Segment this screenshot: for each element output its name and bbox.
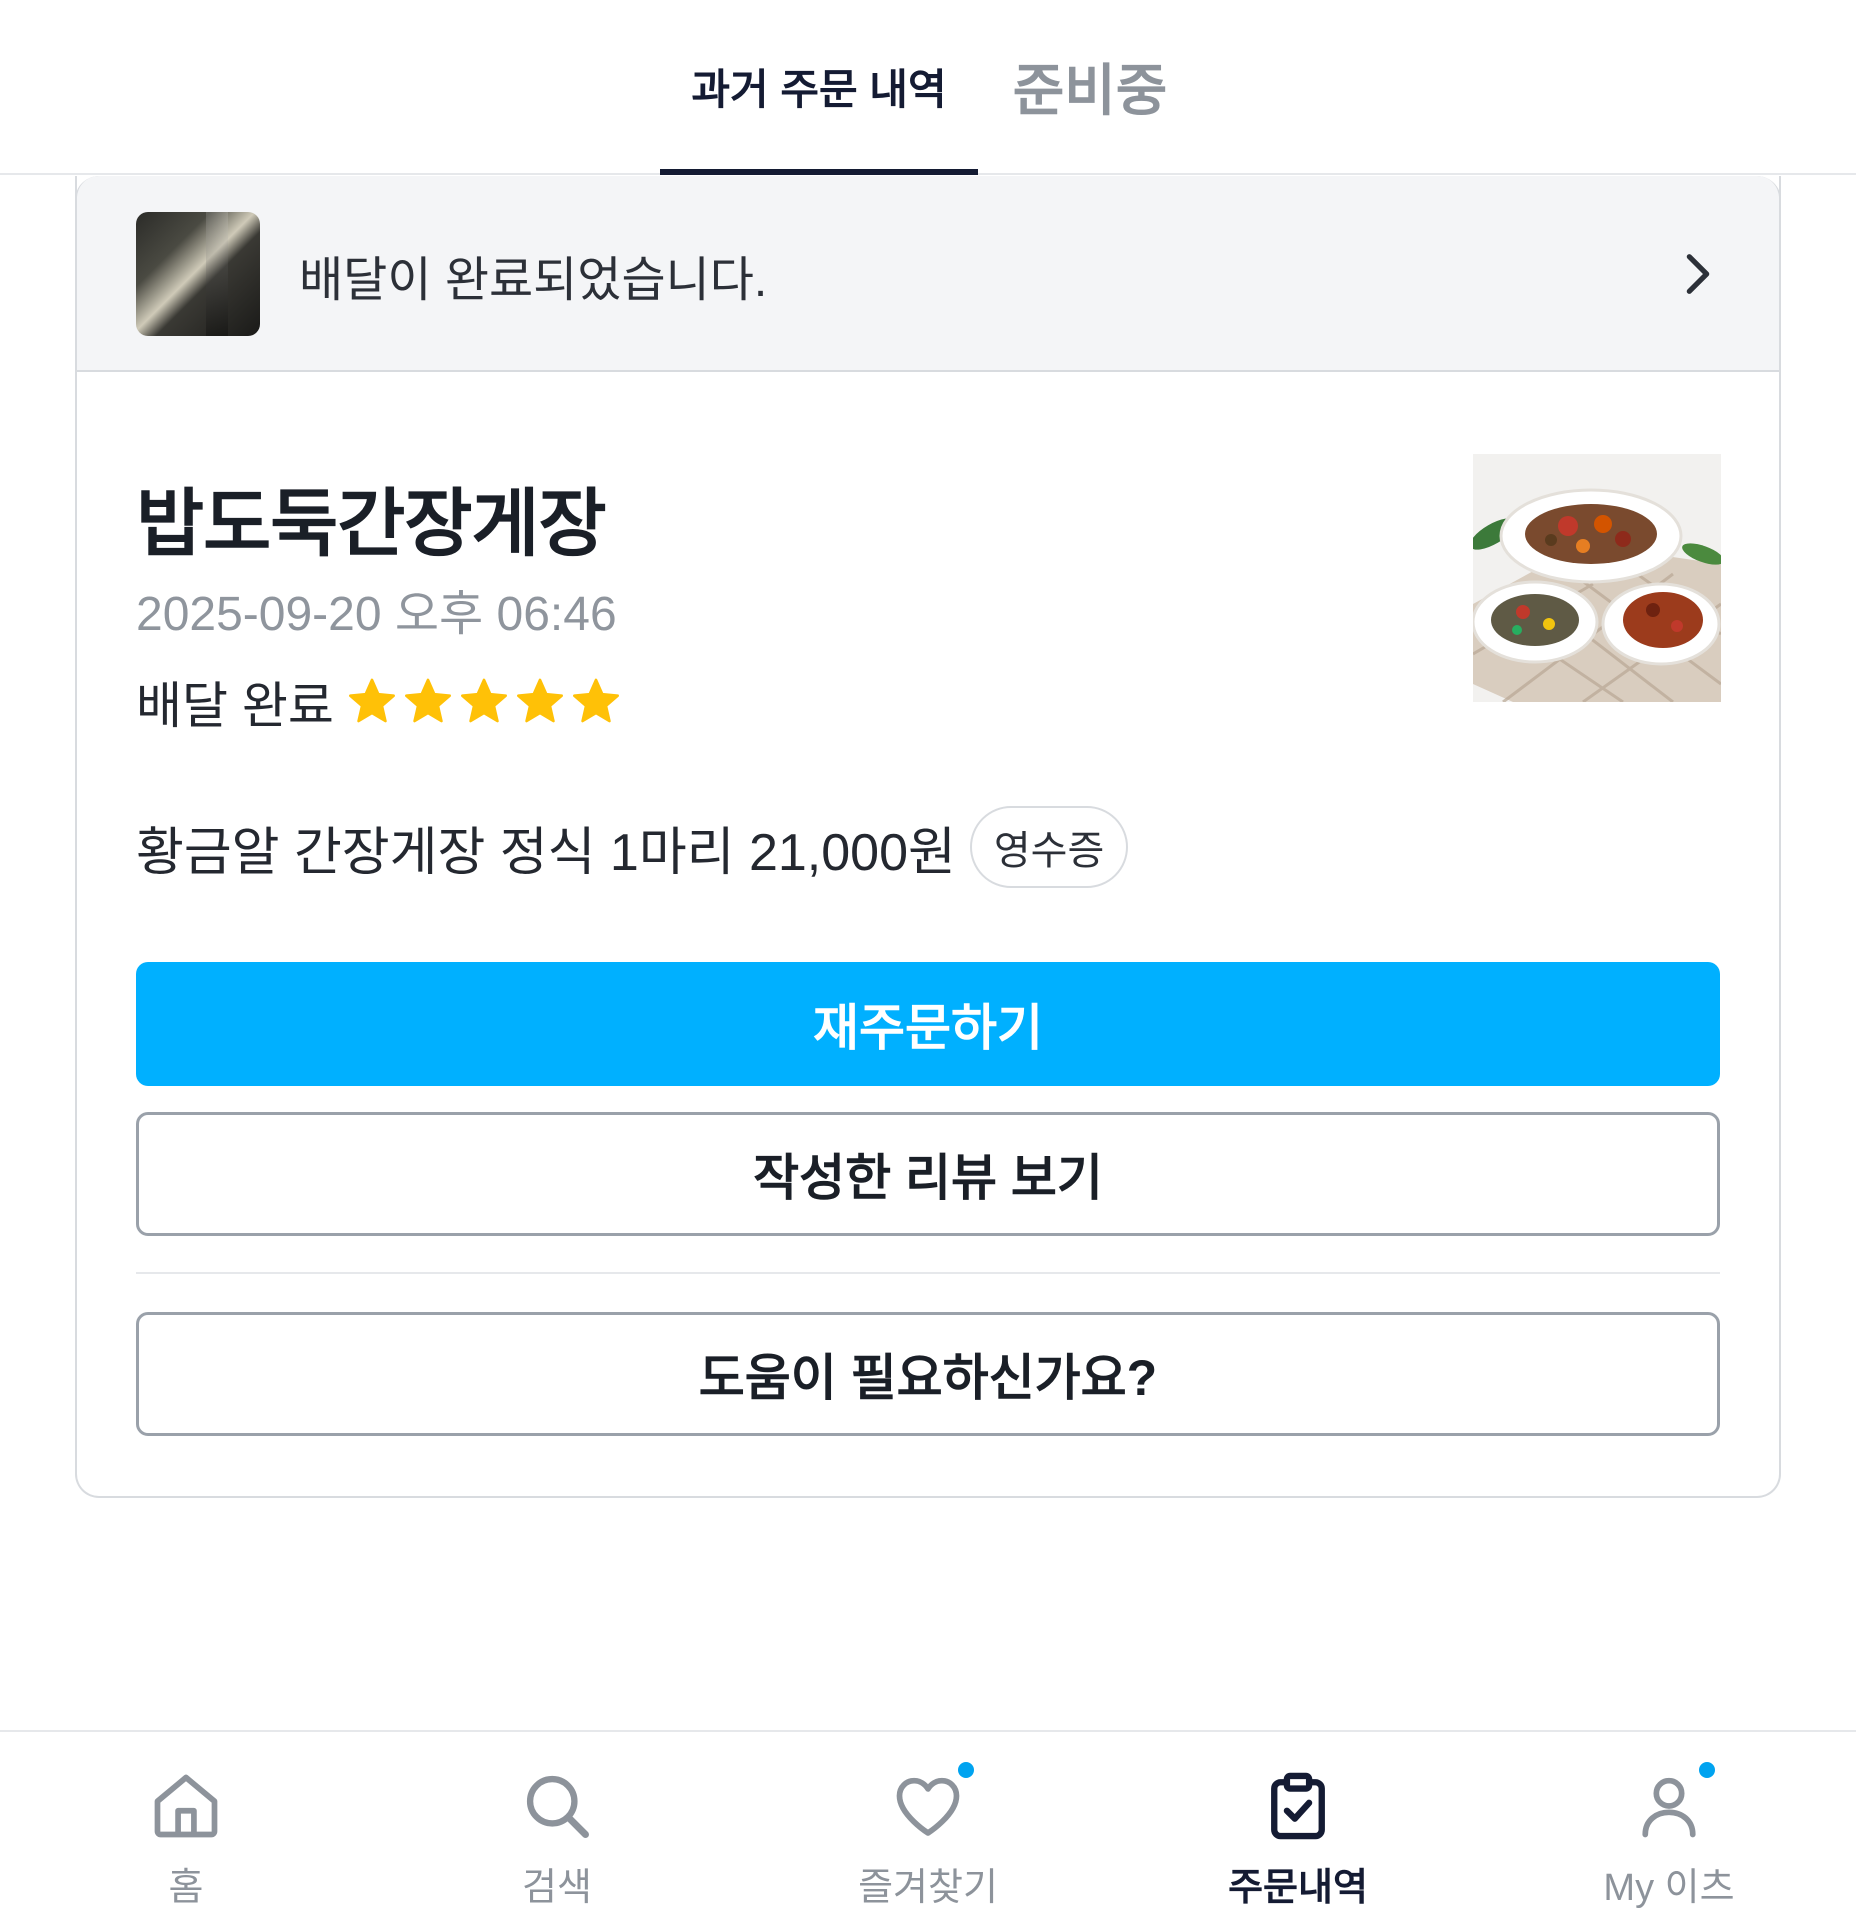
nav-label-my: My 이츠	[1603, 1867, 1735, 1909]
nav-item-search[interactable]: 검색	[427, 1768, 687, 1909]
nav-item-home[interactable]: 홈	[56, 1768, 316, 1909]
nav-item-favorites[interactable]: 즐겨찾기	[798, 1762, 1058, 1909]
clipboard-check-icon	[1271, 1772, 1325, 1840]
bottom-nav: 홈 검색 즐겨찾기 주문내역 My 이츠	[0, 1730, 1856, 1926]
restaurant-name: 밥도둑간장게장	[136, 482, 607, 565]
notification-dot	[1699, 1762, 1715, 1778]
nav-item-my[interactable]: My 이츠	[1539, 1762, 1799, 1909]
order-menu-summary: 황금알 간장게장 정식 1마리 21,000원	[136, 823, 956, 882]
notification-dot	[958, 1762, 974, 1778]
receipt-button[interactable]: 영수증	[969, 806, 1129, 888]
top-tab-bar: 과거 주문 내역 준비중	[0, 0, 1856, 175]
help-button[interactable]: 도움이 필요하신가요?	[136, 1312, 1720, 1436]
reorder-button[interactable]: 재주문하기	[136, 962, 1720, 1086]
star-icon	[404, 678, 451, 723]
order-card: 배달이 완료되었습니다. 밥도둑간장게장 2025-09-20 오후 06:46…	[75, 176, 1781, 1498]
delivery-photo-thumbnail	[136, 212, 260, 336]
tab-past-orders[interactable]: 과거 주문 내역	[660, 0, 978, 175]
home-icon	[154, 1774, 218, 1838]
delivery-status-banner[interactable]: 배달이 완료되었습니다.	[77, 176, 1779, 372]
nav-label-search: 검색	[522, 1867, 592, 1909]
food-photo	[1473, 454, 1721, 702]
rating-stars	[346, 676, 626, 728]
heart-icon	[896, 1777, 960, 1836]
chevron-right-icon	[1686, 254, 1710, 294]
star-icon	[460, 678, 507, 723]
nav-label-orders: 주문내역	[1228, 1867, 1368, 1909]
order-menu-row: 황금알 간장게장 정식 1마리 21,000원 영수증	[136, 804, 1129, 890]
star-icon	[572, 678, 619, 723]
view-review-button[interactable]: 작성한 리뷰 보기	[136, 1112, 1720, 1236]
order-datetime: 2025-09-20 오후 06:46	[136, 588, 617, 641]
user-icon	[1642, 1777, 1696, 1838]
delivery-status-text: 배달이 완료되었습니다.	[299, 254, 768, 307]
divider	[136, 1272, 1720, 1274]
nav-label-home: 홈	[168, 1867, 204, 1909]
order-status: 배달 완료	[136, 678, 334, 734]
tab-preparing[interactable]: 준비중	[1000, 0, 1180, 173]
nav-item-orders[interactable]: 주문내역	[1168, 1768, 1428, 1909]
star-icon	[516, 678, 563, 723]
search-icon	[526, 1775, 589, 1838]
nav-label-favorites: 즐겨찾기	[858, 1867, 998, 1909]
star-icon	[348, 678, 395, 723]
order-status-row: 배달 완료	[136, 670, 626, 734]
